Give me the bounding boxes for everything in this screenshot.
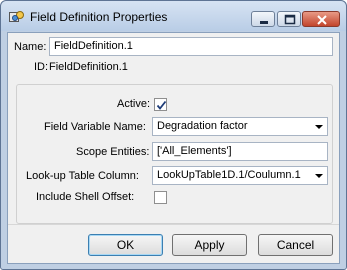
close-button[interactable] xyxy=(302,11,340,27)
maximize-icon xyxy=(284,14,296,25)
lookup-table-column-label: Look-up Table Column: xyxy=(26,170,139,182)
properties-window-icon xyxy=(9,10,25,23)
dialog-body: Name: FieldDefinition.1 ID: FieldDefinit… xyxy=(7,32,340,264)
scope-entities-label: Scope Entities: xyxy=(76,146,150,158)
chevron-down-icon xyxy=(315,174,323,178)
active-label: Active: xyxy=(117,98,151,110)
minimize-button[interactable] xyxy=(251,11,275,27)
minimize-icon xyxy=(260,21,268,24)
dialog-window: Field Definition Properties Name: FieldD… xyxy=(0,0,347,270)
ok-button[interactable]: OK xyxy=(88,234,163,256)
id-label: ID: xyxy=(34,61,49,73)
button-separator xyxy=(8,224,339,225)
lookup-table-column-value: LookUpTable1D.1/Coulumn.1 xyxy=(157,169,301,181)
include-shell-offset-checkbox[interactable] xyxy=(154,191,167,204)
name-label: Name: xyxy=(14,41,47,53)
active-checkbox[interactable] xyxy=(154,98,167,111)
properties-group: Active: Field Variable Name: Degradation… xyxy=(16,84,333,224)
chevron-down-icon xyxy=(315,125,323,129)
close-icon xyxy=(317,15,327,25)
scope-entities-field[interactable]: ['All_Elements'] xyxy=(152,142,328,161)
maximize-button[interactable] xyxy=(277,11,301,27)
id-value: FieldDefinition.1 xyxy=(49,61,128,73)
apply-button[interactable]: Apply xyxy=(172,234,247,256)
lookup-table-column-dropdown[interactable]: LookUpTable1D.1/Coulumn.1 xyxy=(152,166,328,185)
field-variable-name-label: Field Variable Name: xyxy=(44,121,146,133)
include-shell-offset-label: Include Shell Offset: xyxy=(36,191,135,203)
cancel-button[interactable]: Cancel xyxy=(258,234,333,256)
window-title: Field Definition Properties xyxy=(30,10,168,24)
title-bar[interactable]: Field Definition Properties xyxy=(1,1,346,31)
field-variable-name-value: Degradation factor xyxy=(157,120,248,132)
checkmark-icon xyxy=(156,100,167,110)
name-field[interactable]: FieldDefinition.1 xyxy=(49,37,333,56)
field-variable-name-dropdown[interactable]: Degradation factor xyxy=(152,117,328,136)
